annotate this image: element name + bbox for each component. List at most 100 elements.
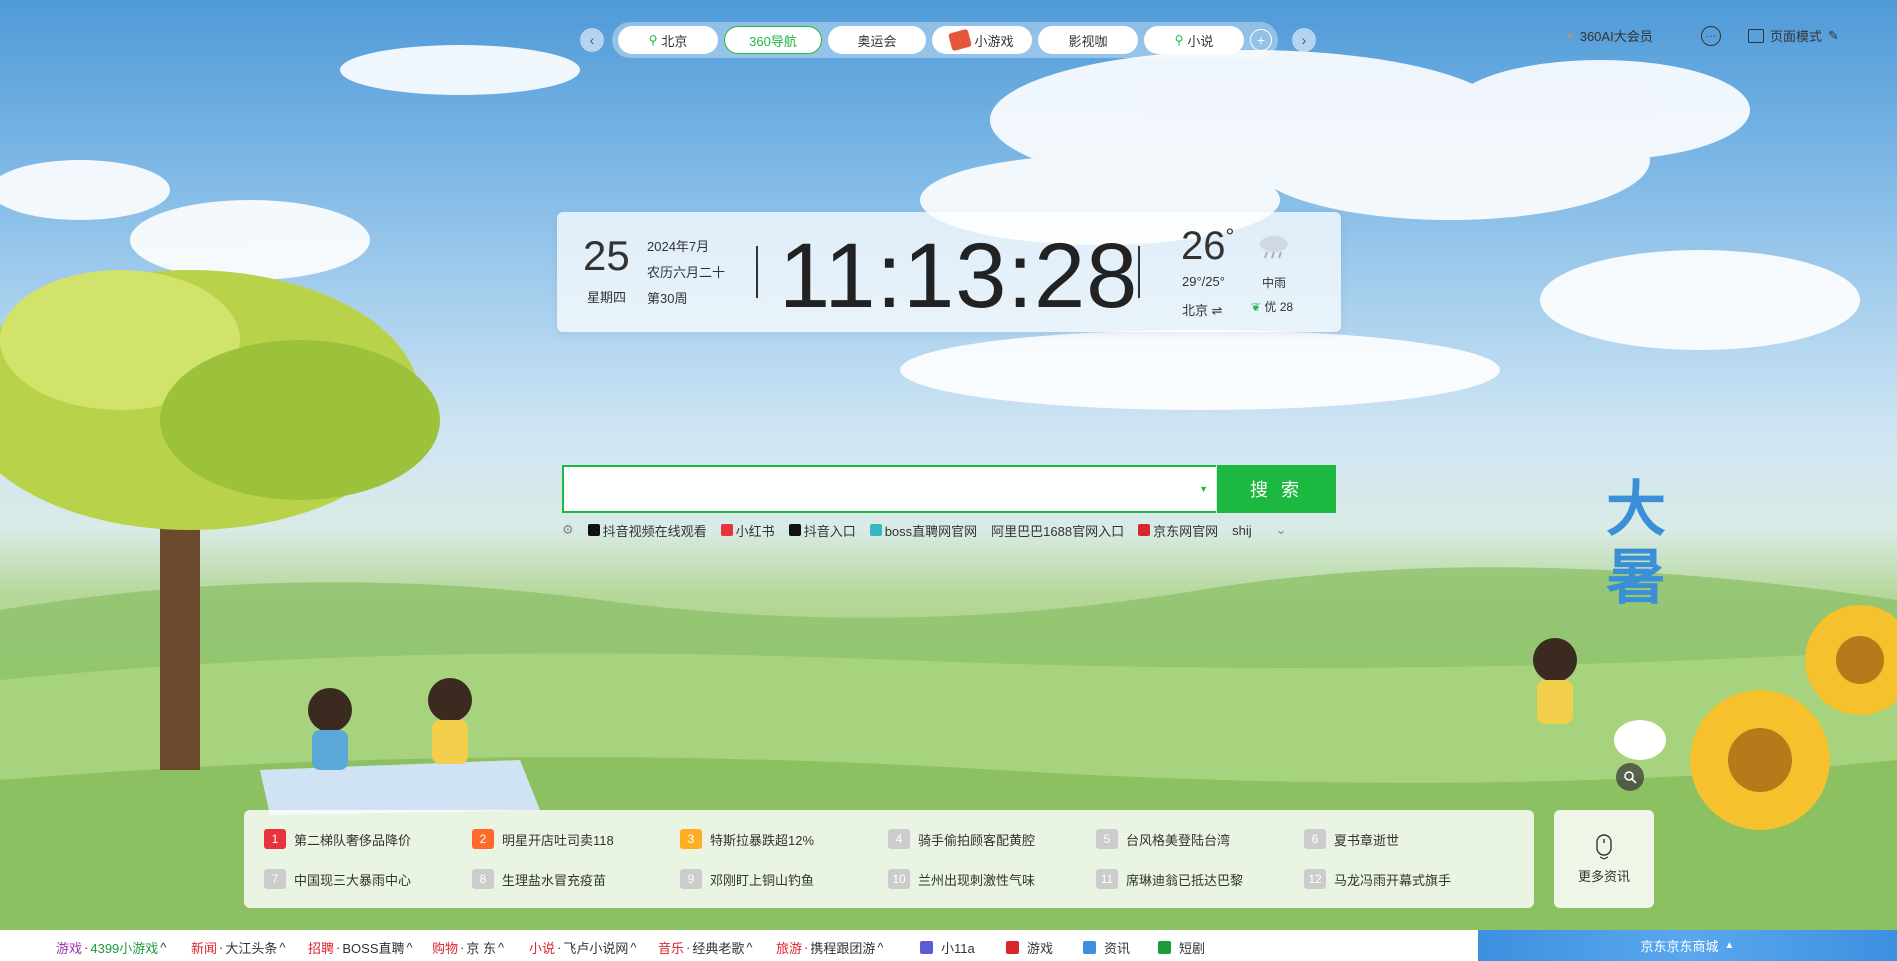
location-pin-icon: ⚲: [648, 33, 658, 47]
shortcut-short-drama[interactable]: 短剧: [1158, 938, 1205, 957]
tab-label: 北京: [661, 33, 688, 49]
more-icon: ···: [1701, 26, 1721, 46]
rank-badge: 10: [888, 869, 910, 889]
temp-range: 29°/25°: [1182, 274, 1225, 289]
chevron-up-icon: ^: [877, 940, 884, 955]
jd-icon: [1138, 524, 1151, 536]
news-title: 骑手偷拍顾客配黄腔: [918, 832, 1036, 848]
news-item[interactable]: 7 中国现三大暴雨中心: [264, 868, 411, 890]
search-box: ▼: [562, 465, 1216, 513]
news-item[interactable]: 6 夏书章逝世: [1304, 828, 1399, 850]
hot-link[interactable]: 抖音入口: [788, 521, 856, 540]
news-title: 第二梯队奢侈品降价: [294, 832, 412, 848]
bottom-category[interactable]: 招聘 · BOSS直聘 ^: [308, 938, 413, 957]
pin-icon: ✎: [1828, 27, 1839, 43]
tab-360-nav[interactable]: 360导航: [724, 26, 822, 54]
city-switch[interactable]: 北京 ⇌: [1182, 300, 1223, 319]
bottom-category[interactable]: 新闻 · 大江头条 ^: [191, 938, 285, 957]
bottom-category[interactable]: 小说 · 飞卢小说网 ^: [529, 938, 636, 957]
vip-label: 360AI大会员: [1579, 29, 1653, 44]
location-pin-icon: ⚲: [1174, 33, 1184, 47]
rank-badge: 6: [1304, 829, 1326, 849]
tab-mini-games[interactable]: 小游戏: [932, 26, 1032, 54]
news-item[interactable]: 10 兰州出现刺激性气味: [888, 868, 1035, 890]
news-title: 中国现三大暴雨中心: [294, 872, 412, 888]
hot-link[interactable]: 小红书: [720, 521, 775, 540]
news-item[interactable]: 8 生理盐水冒充疫苗: [472, 868, 606, 890]
heart-icon: ♥: [1566, 28, 1574, 43]
news-item[interactable]: 1 第二梯队奢侈品降价: [264, 828, 411, 850]
tab-olympics[interactable]: 奥运会: [828, 26, 926, 54]
hot-link[interactable]: 抖音视频在线观看: [587, 521, 707, 540]
hot-link[interactable]: 京东网官网: [1138, 521, 1218, 540]
bottom-category[interactable]: 游戏 · 4399小游戏 ^: [56, 938, 166, 957]
chevron-up-icon: ^: [497, 940, 505, 955]
shortcut-games[interactable]: 游戏: [1006, 938, 1053, 957]
bottom-category[interactable]: 购物 · 京 东 ^: [432, 938, 504, 957]
shortcut-news[interactable]: 资讯: [1083, 938, 1130, 957]
more-button[interactable]: ···: [1701, 26, 1721, 46]
tab-movies[interactable]: 影视咖: [1038, 26, 1138, 54]
dropdown-arrow-icon[interactable]: ▼: [1199, 484, 1208, 494]
news-item[interactable]: 4 骑手偷拍顾客配黄腔: [888, 828, 1035, 850]
add-tab-button[interactable]: +: [1250, 29, 1272, 51]
rank-badge: 7: [264, 869, 286, 889]
mouse-icon: [1596, 833, 1612, 860]
chevron-up-icon: ^: [630, 940, 637, 955]
nav-prev-button[interactable]: ‹: [580, 28, 604, 52]
news-item[interactable]: 3 特斯拉暴跌超12%: [680, 828, 814, 850]
news-item[interactable]: 2 明星开店吐司卖118: [472, 828, 614, 850]
news-title: 特斯拉暴跌超12%: [710, 832, 815, 848]
bottom-bar: 游戏 · 4399小游戏 ^ 新闻 · 大江头条 ^ 招聘 · BOSS直聘 ^ 购物 · 京 东 ^ …: [0, 930, 1897, 961]
rank-badge: 1: [264, 829, 286, 849]
tab-label: 小游戏: [974, 33, 1014, 49]
hot-links: ⚙ 抖音视频在线观看 小红书 抖音入口 boss直聘网官网 阿里巴巴1688官网…: [562, 520, 1287, 540]
news-title: 明星开店吐司卖118: [502, 832, 614, 848]
shortcut-app[interactable]: 小11a: [920, 938, 975, 957]
switch-icon: ⇌: [1211, 303, 1223, 318]
game-icon: [1006, 941, 1019, 954]
vip-link[interactable]: ♥ 360AI大会员: [1566, 26, 1653, 45]
game-icon: [948, 28, 973, 52]
hot-link[interactable]: 阿里巴巴1688官网入口: [991, 521, 1124, 540]
tab-beijing[interactable]: ⚲ 北京: [618, 26, 718, 54]
date-day: 25: [583, 232, 630, 279]
page-mode-button[interactable]: 页面模式 ✎: [1748, 26, 1839, 45]
more-news-button[interactable]: 更多资讯: [1554, 810, 1654, 908]
hot-link[interactable]: shij: [1232, 523, 1252, 538]
news-title: 夏书章逝世: [1334, 832, 1400, 848]
search-button[interactable]: 搜 索: [1217, 465, 1336, 513]
weather-temp[interactable]: 26°: [1181, 224, 1234, 269]
promo-label: 京东京东商城: [1640, 939, 1719, 954]
news-item[interactable]: 5 台风格美登陆台湾: [1096, 828, 1230, 850]
tiktok-icon: [587, 524, 600, 536]
news-title: 生理盐水冒充疫苗: [502, 872, 607, 888]
lunar-date: 农历六月二十: [647, 265, 726, 280]
chevron-up-icon: ^: [746, 940, 753, 955]
news-title: 席琳迪翁已抵达巴黎: [1126, 872, 1244, 888]
clock-time: 11:13:28: [779, 225, 1139, 327]
nav-next-button[interactable]: ›: [1292, 28, 1316, 52]
news-item[interactable]: 9 邓刚盯上铜山钓鱼: [680, 868, 814, 890]
hot-link[interactable]: boss直聘网官网: [869, 521, 977, 540]
gear-icon[interactable]: ⚙: [562, 522, 574, 538]
news-item[interactable]: 12 马龙冯雨开幕式旗手: [1304, 868, 1451, 890]
rain-cloud-icon: [1260, 236, 1288, 259]
chevron-up-icon: ^: [406, 940, 413, 955]
bottom-category[interactable]: 音乐 · 经典老歌 ^: [658, 938, 752, 957]
rank-badge: 5: [1096, 829, 1118, 849]
rank-badge: 11: [1096, 869, 1118, 889]
week-number: 第30周: [647, 291, 688, 306]
bottom-category[interactable]: 旅游 · 携程跟团游 ^: [776, 938, 883, 957]
search-input[interactable]: [564, 467, 1216, 511]
search-icon[interactable]: [1616, 763, 1644, 791]
news-item[interactable]: 11 席琳迪翁已抵达巴黎: [1096, 868, 1243, 890]
aqi-badge[interactable]: ❦ 优 28: [1251, 298, 1293, 315]
rank-badge: 9: [680, 869, 702, 889]
jd-promo-banner[interactable]: 京东京东商城 ▲: [1478, 930, 1897, 961]
news-title: 邓刚盯上铜山钓鱼: [710, 872, 815, 888]
tab-novels[interactable]: ⚲ 小说: [1144, 26, 1244, 54]
news-title: 台风格美登陆台湾: [1126, 832, 1231, 848]
top-nav: ⚲ 北京 360导航 奥运会 小游戏 影视咖 ⚲ 小说 +: [612, 22, 1278, 58]
chevron-down-icon[interactable]: ⌄: [1276, 522, 1287, 538]
